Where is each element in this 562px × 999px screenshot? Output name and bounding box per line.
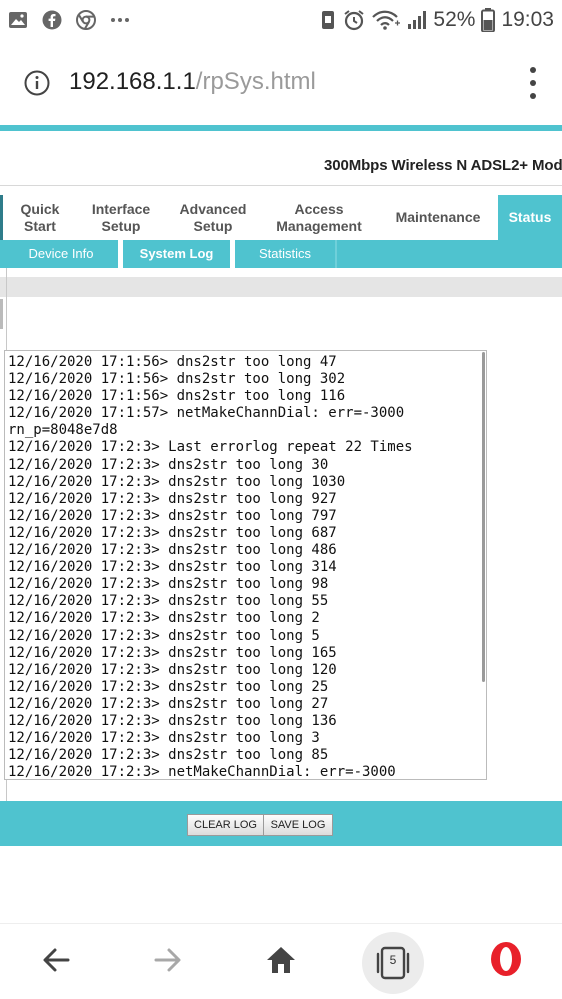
tab-interface-setup[interactable]: Interface Setup [80,195,162,240]
browser-bottom-nav: 5 [0,923,562,999]
url-host: 192.168.1.1 [69,68,196,95]
tab-label-line2: Management [276,217,362,234]
log-line: 12/16/2020 17:2:3> dns2str too long 165 [8,644,337,661]
save-log-button[interactable]: SAVE LOG [263,814,333,836]
battery-percent: 52% [433,8,476,31]
android-status-bar: 52% 19:03 [0,0,562,40]
log-line: 12/16/2020 17:2:3> dns2str too long 687 [8,524,337,541]
log-line: 12/16/2020 17:1:57> netMakeChannDial: er… [8,405,405,422]
tab-label: Maintenance [395,209,481,225]
log-line: 12/16/2020 17:2:3> dns2str too long 27 [8,695,329,712]
tab-label: Status [508,209,552,225]
back-arrow-icon[interactable] [38,942,74,978]
opera-icon[interactable] [487,940,525,978]
status-subnav: Device Info System Log Statistics [0,240,562,268]
log-line: 12/16/2020 17:2:3> dns2str too long 314 [8,559,337,576]
log-line: 12/16/2020 17:2:3> dns2str too long 30 [8,456,329,473]
url-field[interactable]: 192.168.1.1/rpSys.html [69,66,316,98]
system-indicators: 52% 19:03 [319,6,554,34]
browser-menu-icon[interactable] [528,66,538,100]
browser-address-bar: 192.168.1.1/rpSys.html [0,40,562,126]
log-line: 12/16/2020 17:2:3> dns2str too long 98 [8,576,329,593]
log-line: 12/16/2020 17:2:3> dns2str too long 486 [8,542,337,559]
tab-advanced-setup[interactable]: Advanced Setup [170,195,256,240]
log-line: 12/16/2020 17:1:56> dns2str too long 47 [8,354,337,370]
log-line: 12/16/2020 17:2:3> dns2str too long 55 [8,593,329,610]
tabs-button[interactable]: 5 [362,932,424,994]
subtab-device-info[interactable]: Device Info [8,240,114,268]
subtab-system-log[interactable]: System Log [123,240,230,268]
tab-status[interactable]: Status [498,195,562,240]
url-path: /rpSys.html [195,68,316,95]
tab-quick-start[interactable]: Quick Start [8,195,72,240]
tab-label-line2: Setup [101,217,141,234]
forward-arrow-icon[interactable] [150,942,186,978]
header-divider [0,185,562,186]
system-log-content: 12/16/2020 17:1:56> dns2str too long 47 1… [8,354,413,780]
facebook-icon [42,10,62,30]
log-line: 12/16/2020 17:2:3> dns2str too long 927 [8,490,337,507]
tab-access-management[interactable]: Access Management [266,195,372,240]
tab-label-line1: Interface [91,200,151,217]
section-title-bar [0,277,562,297]
product-name: 300Mbps Wireless N ADSL2+ Mod [324,157,562,174]
log-line: 12/16/2020 17:2:3> dns2str too long 25 [8,678,329,695]
router-admin-page: 300Mbps Wireless N ADSL2+ Mod Quick Start… [0,131,562,923]
tab-label-line1: Advanced [179,200,247,217]
wifi-icon [372,10,401,30]
clock-time: 19:03 [501,8,554,31]
system-log-textarea[interactable]: 12/16/2020 17:1:56> dns2str too long 47 1… [4,350,487,780]
log-line: 12/16/2020 17:2:3> dns2str too long 797 [8,507,337,524]
tab-label-line2: Start [24,217,56,234]
clear-log-button[interactable]: CLEAR LOG [187,814,264,836]
alarm-icon [344,10,365,31]
tab-label-line1: Quick [20,200,60,217]
vibrate-icon [322,11,335,29]
log-line: rn_p=8048e7d8 [8,422,118,439]
more-dots-icon [111,18,129,22]
tab-count: 5 [389,953,397,967]
site-info-icon[interactable] [24,70,50,96]
log-line: 12/16/2020 17:2:3> dns2str too long 120 [8,661,337,678]
log-line: 12/16/2020 17:2:3> Last errorlog repeat … [8,439,413,456]
log-scrollbar[interactable] [482,352,485,682]
subtab-statistics[interactable]: Statistics [235,240,335,268]
log-line: 12/16/2020 17:2:3> dns2str too long 5 [8,627,320,644]
log-line: 12/16/2020 17:2:3> dns2str too long 2 [8,610,320,627]
log-line: 12/16/2020 17:1:56> dns2str too long 116 [8,388,346,405]
subtab-separator [335,240,337,268]
signal-icon [408,11,427,29]
image-icon [9,12,27,28]
log-line: 12/16/2020 17:2:3> netMakeChannDial: err… [8,764,396,780]
tab-label-line1: Access [294,200,344,217]
tab-maintenance[interactable]: Maintenance [382,195,494,240]
log-line: 12/16/2020 17:2:3> dns2str too long 1030 [8,473,346,490]
log-line: 12/16/2020 17:2:3> dns2str too long 85 [8,747,329,764]
tab-label-line2: Setup [193,217,233,234]
home-icon[interactable] [263,942,299,978]
chrome-icon [76,10,96,30]
notification-icons [8,8,130,32]
log-line: 12/16/2020 17:2:3> dns2str too long 3 [8,730,320,747]
battery-icon [481,8,496,32]
left-frame-handle [0,299,3,329]
log-line: 12/16/2020 17:1:56> dns2str too long 302 [8,371,346,388]
phone-screen: 52% 19:03 192.168.1.1/rpSys.html 300Mbps… [0,0,562,999]
main-tabs: Quick Start Interface Setup Advanced Setup … [0,195,562,240]
log-line: 12/16/2020 17:2:3> dns2str too long 136 [8,712,337,729]
